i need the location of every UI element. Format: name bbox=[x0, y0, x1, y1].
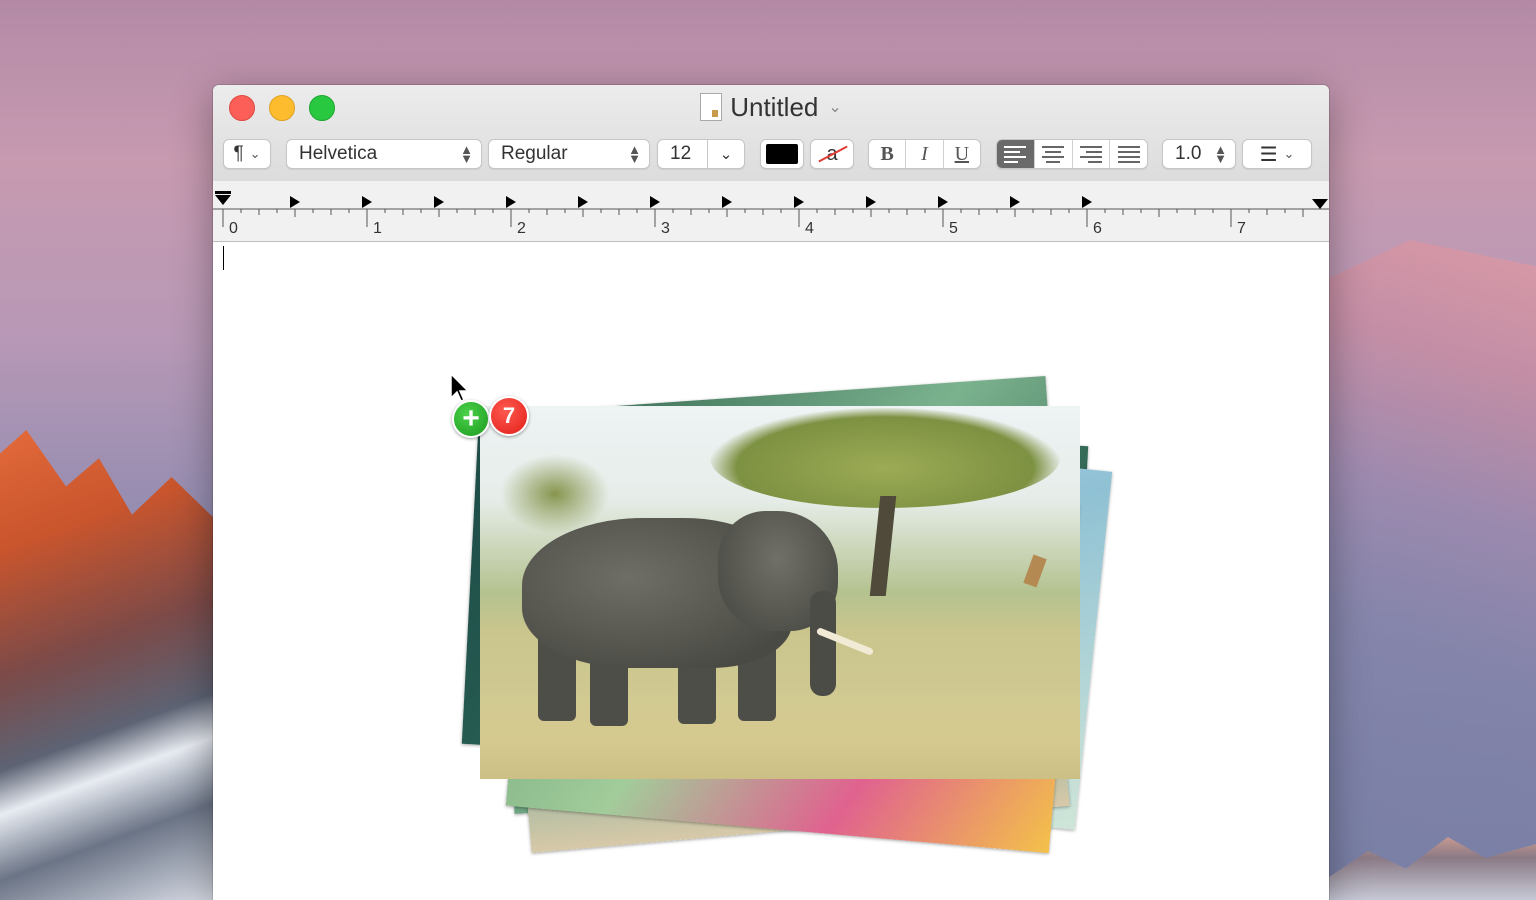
ruler-number: 5 bbox=[949, 220, 958, 237]
italic-button[interactable]: I bbox=[906, 140, 944, 168]
tab-stop-marker bbox=[866, 196, 876, 208]
updown-arrows-icon: ▲ ▼ bbox=[460, 142, 473, 166]
tab-stop-marker bbox=[650, 196, 660, 208]
window-title-area[interactable]: Untitled ⌄ bbox=[213, 90, 1329, 124]
line-spacing-value: 1.0 bbox=[1175, 143, 1202, 164]
right-margin-marker bbox=[1312, 199, 1328, 209]
chevron-down-icon[interactable]: ⌄ bbox=[708, 145, 744, 163]
tab-stop-marker bbox=[1010, 196, 1020, 208]
font-family-popup[interactable]: Helvetica ▲ ▼ bbox=[286, 139, 482, 169]
ruler-number: 3 bbox=[661, 220, 670, 237]
list-popup[interactable]: ☰ ⌄ bbox=[1242, 139, 1312, 169]
color-swatch-icon bbox=[766, 144, 798, 164]
align-right-button[interactable] bbox=[1073, 140, 1111, 168]
tab-stop-marker bbox=[290, 196, 300, 208]
tab-stop-marker bbox=[794, 196, 804, 208]
updown-arrows-icon: ▲ ▼ bbox=[628, 142, 641, 166]
font-style-popup[interactable]: Regular ▲ ▼ bbox=[488, 139, 650, 169]
updown-arrows-icon: ▲ ▼ bbox=[1214, 142, 1227, 166]
text-style-segmented: B I U bbox=[868, 139, 981, 169]
mouse-pointer-icon bbox=[450, 372, 470, 402]
ruler-number: 6 bbox=[1093, 220, 1102, 237]
ruler-number: 4 bbox=[805, 220, 814, 237]
align-right-icon bbox=[1079, 145, 1102, 163]
align-left-icon bbox=[1004, 145, 1027, 163]
font-size-combo[interactable]: 12 ⌄ bbox=[657, 139, 745, 169]
tab-stop-marker bbox=[1082, 196, 1092, 208]
desktop-mountain-right bbox=[1326, 240, 1536, 900]
align-center-icon bbox=[1042, 145, 1065, 163]
drag-count-badge: 7 bbox=[489, 396, 529, 436]
alignment-segmented bbox=[996, 139, 1148, 169]
tab-stop-marker bbox=[938, 196, 948, 208]
align-justify-button[interactable] bbox=[1110, 140, 1147, 168]
document-icon bbox=[700, 93, 723, 121]
format-toolbar: ¶ ⌄ Helvetica ▲▼ Regular ▲▼ 12 ⌄ a bbox=[213, 139, 1329, 173]
first-line-indent-marker bbox=[215, 195, 231, 205]
align-justify-icon bbox=[1117, 145, 1140, 163]
ruler-number: 2 bbox=[517, 220, 526, 237]
copy-plus-badge: + bbox=[452, 400, 490, 438]
list-bullets-icon: ☰ bbox=[1259, 143, 1278, 166]
align-left-button[interactable] bbox=[997, 140, 1035, 168]
tab-stop-marker bbox=[362, 196, 372, 208]
tab-stop-marker bbox=[578, 196, 588, 208]
background-color-well[interactable]: a bbox=[810, 139, 854, 169]
pilcrow-icon: ¶ bbox=[233, 143, 244, 164]
underline-button[interactable]: U bbox=[944, 140, 980, 168]
chevron-down-icon: ⌄ bbox=[1283, 146, 1295, 161]
desktop-mountain-left bbox=[0, 430, 220, 900]
ruler-number: 0 bbox=[229, 220, 238, 237]
ruler[interactable]: 0 1 2 3 4 5 6 7 bbox=[213, 181, 1329, 242]
bold-button[interactable]: B bbox=[869, 140, 907, 168]
font-family-value: Helvetica bbox=[299, 143, 378, 164]
chevron-down-icon: ⌄ bbox=[249, 146, 261, 161]
left-indent-marker bbox=[215, 191, 231, 194]
chevron-down-icon[interactable]: ⌄ bbox=[828, 97, 841, 117]
text-color-well[interactable] bbox=[760, 139, 804, 169]
font-size-value[interactable]: 12 bbox=[658, 143, 707, 165]
window-title: Untitled bbox=[730, 91, 819, 122]
tab-stop-marker bbox=[722, 196, 732, 208]
font-style-value: Regular bbox=[501, 143, 568, 164]
tab-stop-marker bbox=[506, 196, 516, 208]
ruler-number: 1 bbox=[373, 220, 382, 237]
ruler-scale[interactable]: 0 1 2 3 4 5 6 7 bbox=[213, 181, 1329, 241]
text-cursor bbox=[223, 246, 224, 270]
title-bar: Untitled ⌄ ¶ ⌄ Helvetica ▲ ▼ Regular ▲ ▼ 1… bbox=[213, 85, 1329, 182]
align-center-button[interactable] bbox=[1035, 140, 1073, 168]
dragged-photo-elephant[interactable] bbox=[480, 406, 1080, 779]
line-spacing-popup[interactable]: 1.0 ▲ ▼ bbox=[1162, 139, 1236, 169]
tab-stop-marker bbox=[434, 196, 444, 208]
paragraph-style-popup[interactable]: ¶ ⌄ bbox=[223, 139, 271, 169]
ruler-number: 7 bbox=[1237, 220, 1246, 237]
